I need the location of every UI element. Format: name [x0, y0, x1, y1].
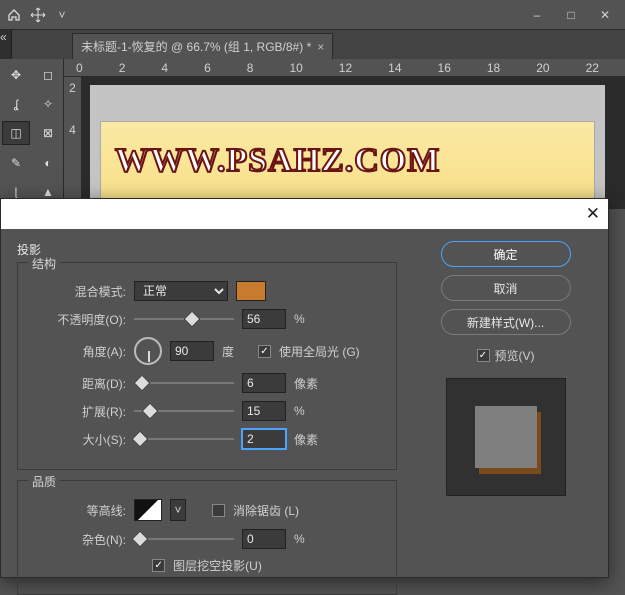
layer-style-dialog: ✕ 投影 结构 混合模式: 正常 不透明度(O): % 角度(A):: [0, 198, 609, 578]
dialog-action-column: 确定 取消 新建样式(W)... 预览(V): [419, 241, 592, 569]
document-tab-label: 未标题-1-恢复的 @ 66.7% (组 1, RGB/8#) *: [81, 38, 311, 55]
distance-label: 距离(D):: [30, 375, 126, 392]
window-minimize-icon[interactable]: –: [523, 6, 551, 24]
size-unit: 像素: [294, 431, 322, 448]
cancel-button[interactable]: 取消: [441, 275, 571, 301]
angle-dial[interactable]: [134, 337, 162, 365]
healing-tool-icon[interactable]: ◐: [34, 151, 62, 175]
document-tab[interactable]: 未标题-1-恢复的 @ 66.7% (组 1, RGB/8#) * ×: [72, 33, 333, 59]
dialog-titlebar[interactable]: ✕: [1, 199, 608, 229]
window-maximize-icon[interactable]: □: [557, 6, 585, 24]
size-input[interactable]: [242, 429, 286, 449]
opacity-input[interactable]: [242, 309, 286, 329]
structure-fieldset: 结构 混合模式: 正常 不透明度(O): % 角度(A): 度: [17, 262, 397, 470]
contour-label: 等高线:: [30, 502, 126, 519]
canvas-viewport[interactable]: WWW.PSAHZ.COM: [90, 85, 605, 209]
opacity-slider[interactable]: [134, 312, 234, 326]
shadow-color-swatch[interactable]: [236, 281, 266, 301]
knockout-checkbox[interactable]: [152, 559, 165, 572]
contour-dropdown-icon[interactable]: ˅: [170, 499, 186, 521]
panel-collapse-strip[interactable]: «: [0, 30, 12, 59]
close-tab-icon[interactable]: ×: [317, 40, 324, 54]
dialog-settings-column: 投影 结构 混合模式: 正常 不透明度(O): % 角度(A):: [17, 241, 397, 569]
quality-fieldset: 品质 等高线: ˅ 消除锯齿 (L) 杂色(N): %: [17, 480, 397, 595]
global-light-checkbox[interactable]: [258, 345, 271, 358]
document-tabbar: « 未标题-1-恢复的 @ 66.7% (组 1, RGB/8#) * ×: [0, 30, 625, 59]
home-icon[interactable]: [6, 7, 22, 23]
window-close-icon[interactable]: ✕: [591, 6, 619, 24]
crop-tool-icon[interactable]: ◫: [2, 121, 30, 145]
spread-label: 扩展(R):: [30, 403, 126, 420]
frame-tool-icon[interactable]: ⊠: [34, 121, 62, 145]
eyedropper-tool-icon[interactable]: ✎: [2, 151, 30, 175]
lasso-tool-icon[interactable]: ʆ: [2, 92, 30, 116]
quality-legend: 品质: [28, 473, 60, 490]
opacity-label: 不透明度(O):: [30, 311, 126, 328]
distance-unit: 像素: [294, 375, 322, 392]
workspace: ✥ ◻ ʆ ✧ ◫ ⊠ ✎ ◐ ɭ ▲ 02468101214161820222…: [0, 59, 625, 209]
angle-input[interactable]: [170, 341, 214, 361]
artboard: WWW.PSAHZ.COM: [100, 121, 595, 201]
spread-slider[interactable]: [134, 404, 234, 418]
new-style-button[interactable]: 新建样式(W)...: [441, 309, 571, 335]
move-handle-icon[interactable]: [30, 7, 46, 23]
distance-input[interactable]: [242, 373, 286, 393]
distance-slider[interactable]: [134, 376, 234, 390]
angle-label: 角度(A):: [30, 343, 126, 360]
angle-unit: 度: [222, 343, 250, 360]
magic-wand-tool-icon[interactable]: ✧: [34, 92, 62, 116]
blend-mode-label: 混合模式:: [30, 283, 126, 300]
antialias-checkbox[interactable]: [212, 504, 225, 517]
preview-checkbox[interactable]: [477, 349, 490, 362]
noise-slider[interactable]: [134, 532, 234, 546]
spread-unit: %: [294, 404, 322, 418]
noise-input[interactable]: [242, 529, 286, 549]
noise-label: 杂色(N):: [30, 531, 126, 548]
move-tool-icon[interactable]: ✥: [2, 63, 30, 87]
preview-label: 预览(V): [495, 347, 535, 364]
close-icon[interactable]: ✕: [586, 204, 600, 224]
section-title: 投影: [17, 241, 397, 258]
ruler-horizontal: 024681012141618202224: [64, 59, 625, 77]
noise-unit: %: [294, 532, 322, 546]
art-text: WWW.PSAHZ.COM: [115, 142, 440, 180]
app-topbar: ˅ – □ ✕: [0, 0, 625, 30]
knockout-label: 图层挖空投影(U): [173, 557, 262, 574]
tool-panel: ✥ ◻ ʆ ✧ ◫ ⊠ ✎ ◐ ɭ ▲: [0, 59, 64, 209]
size-slider[interactable]: [134, 432, 234, 446]
global-light-label: 使用全局光 (G): [279, 343, 360, 360]
effect-preview: [446, 378, 566, 496]
ruler-vertical: 24: [64, 77, 82, 209]
size-label: 大小(S):: [30, 431, 126, 448]
ok-button[interactable]: 确定: [441, 241, 571, 267]
blend-mode-select[interactable]: 正常: [134, 281, 228, 301]
antialias-label: 消除锯齿 (L): [233, 502, 299, 519]
structure-legend: 结构: [28, 255, 60, 272]
marquee-tool-icon[interactable]: ◻: [34, 63, 62, 87]
dropdown-caret-icon[interactable]: ˅: [54, 7, 70, 23]
opacity-unit: %: [294, 312, 322, 326]
contour-picker[interactable]: [134, 499, 162, 521]
spread-input[interactable]: [242, 401, 286, 421]
